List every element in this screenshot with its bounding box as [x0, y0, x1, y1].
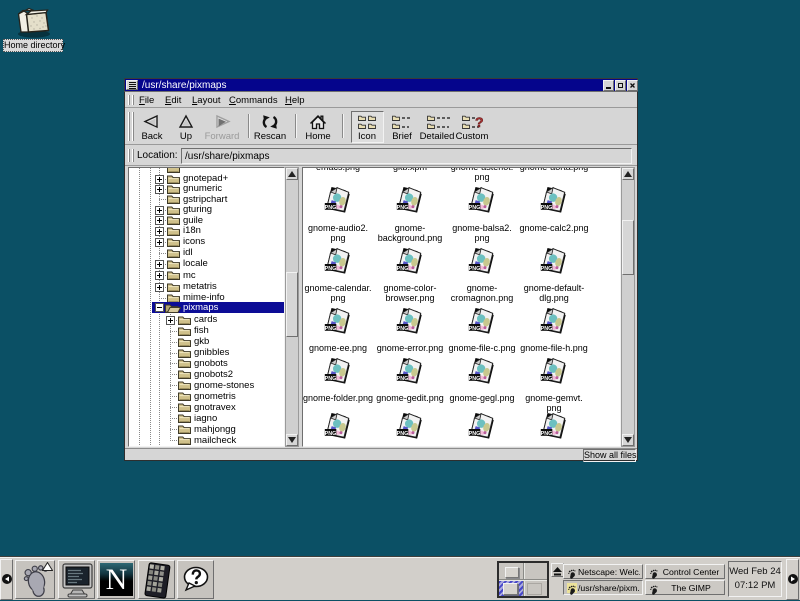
svg-text:?: ? [475, 114, 484, 130]
